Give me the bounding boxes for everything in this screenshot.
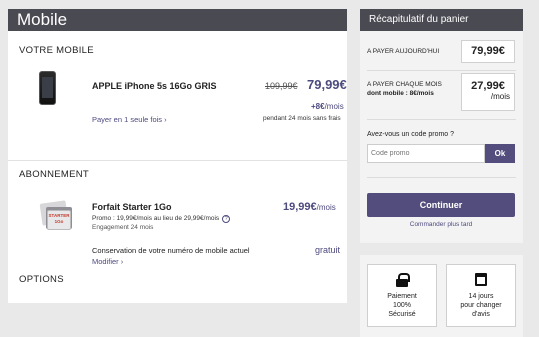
badge-line: Paiement xyxy=(387,293,417,300)
sim-card-image: STARTER 1Go xyxy=(39,200,74,232)
plan-price-value: 19,99€ xyxy=(283,201,317,213)
secure-payment-badge: Paiement 100% Sécurisé xyxy=(367,264,437,327)
plan-name: Forfait Starter 1Go xyxy=(92,202,172,212)
pay-once-label: Payer en 1 seule fois xyxy=(92,115,163,124)
lock-icon xyxy=(396,273,410,287)
calendar-icon xyxy=(475,273,487,286)
cart-divider xyxy=(367,119,516,120)
product-name: APPLE iPhone 5s 16Go GRIS xyxy=(92,81,217,91)
badge-line: d'avis xyxy=(472,311,490,318)
monthly-amount: +8€ xyxy=(311,102,325,111)
cart-summary: Récapitulatif du panier A PAYER AUJOURD'… xyxy=(360,9,523,243)
phone-image xyxy=(39,71,56,105)
promo-question: Avez-vous un code promo ? xyxy=(367,131,455,138)
plan-engagement: Engagement 24 mois xyxy=(92,224,154,231)
trust-badges: Paiement 100% Sécurisé 14 jours pour cha… xyxy=(360,255,523,337)
keep-number-text: Conservation de votre numéro de mobile a… xyxy=(92,246,250,255)
cart-title: Récapitulatif du panier xyxy=(360,9,523,31)
section-divider xyxy=(8,160,347,161)
plan-price: 19,99€/mois xyxy=(283,201,336,213)
promo-ok-button[interactable]: Ok xyxy=(485,144,515,163)
plan-promo-text: Promo : 19,99€/mois au lieu de 29,99€/mo… xyxy=(92,215,220,222)
options-heading: OPTIONS xyxy=(19,274,64,285)
pay-today-label: A PAYER AUJOURD'HUI xyxy=(367,48,440,55)
pay-monthly-box: 27,99€ /mois xyxy=(461,73,515,111)
modify-link[interactable]: Modifier › xyxy=(92,257,123,266)
plan-price-unit: /mois xyxy=(316,203,336,212)
pay-monthly-sublabel: dont mobile : 8€/mois xyxy=(367,90,434,97)
mobile-panel: Mobile VOTRE MOBILE APPLE iPhone 5s 16Go… xyxy=(8,9,347,303)
cart-divider xyxy=(367,177,516,178)
modify-label: Modifier xyxy=(92,257,119,266)
pay-today-value: 79,99€ xyxy=(461,40,515,63)
info-icon[interactable]: ? xyxy=(222,215,231,223)
new-price: 79,99€ xyxy=(307,77,347,92)
panel-title: Mobile xyxy=(8,9,347,31)
monthly-price: +8€/mois xyxy=(311,102,344,111)
pay-monthly-label: A PAYER CHAQUE MOIS xyxy=(367,81,442,88)
badge-line: pour changer xyxy=(460,302,502,309)
mobile-section-heading: VOTRE MOBILE xyxy=(19,45,94,56)
order-later-link[interactable]: Commander plus tard xyxy=(367,221,515,228)
badge-line: Sécurisé xyxy=(388,311,416,318)
keep-number-price: gratuit xyxy=(315,245,341,255)
monthly-unit: /mois xyxy=(324,102,344,111)
duration-note: pendant 24 mois sans frais xyxy=(263,115,341,122)
cart-divider xyxy=(367,70,516,71)
badge-line: 14 jours xyxy=(468,293,494,300)
chevron-right-icon: › xyxy=(120,257,124,266)
continue-button[interactable]: Continuer xyxy=(367,193,515,217)
plan-section-heading: ABONNEMENT xyxy=(19,169,90,180)
return-policy-badge: 14 jours pour changer d'avis xyxy=(446,264,516,327)
pay-once-link[interactable]: Payer en 1 seule fois › xyxy=(92,115,167,124)
plan-promo: Promo : 19,99€/mois au lieu de 29,99€/mo… xyxy=(92,215,231,223)
promo-code-input[interactable] xyxy=(367,144,485,163)
pay-monthly-value: 27,99€ xyxy=(471,80,505,92)
sim-card-front: STARTER 1Go xyxy=(47,210,71,230)
pay-monthly-unit: /mois xyxy=(490,92,510,101)
old-price: 109,99€ xyxy=(265,81,298,91)
chevron-right-icon: › xyxy=(164,115,167,124)
badge-line: 100% xyxy=(393,302,411,309)
